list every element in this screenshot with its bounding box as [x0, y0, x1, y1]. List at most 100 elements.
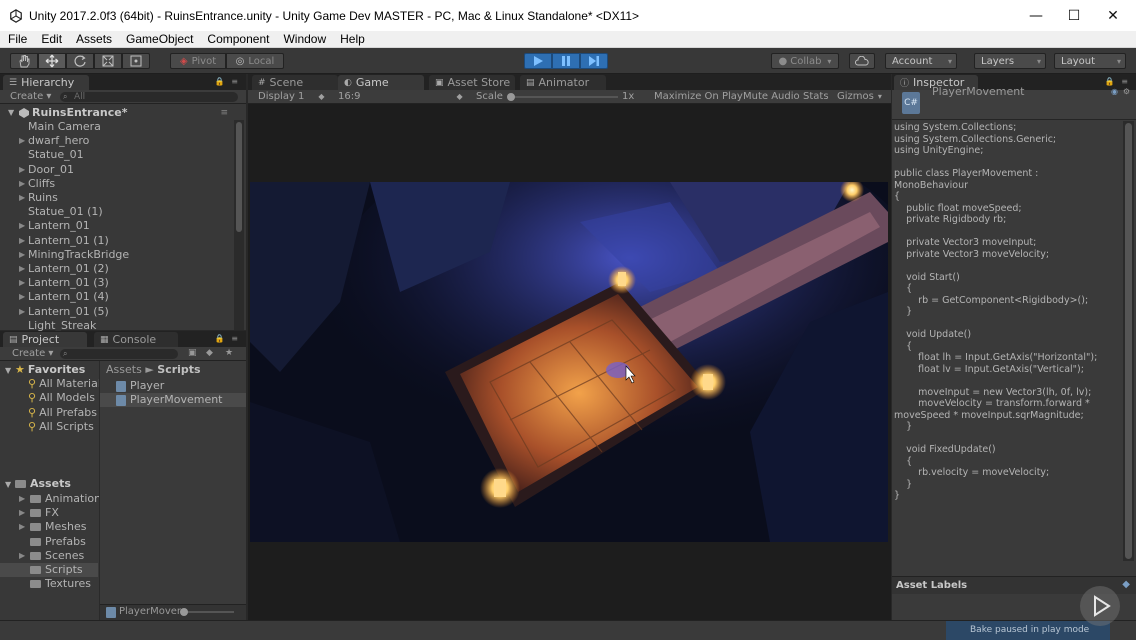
- folder-item[interactable]: ▶ Animations: [0, 492, 107, 506]
- scale-slider[interactable]: [507, 93, 618, 101]
- hierarchy-item[interactable]: ▶ Lantern_01 (3): [0, 276, 234, 290]
- hierarchy-item[interactable]: Statue_01 (1): [0, 205, 234, 219]
- label-tag-icon[interactable]: ◆: [1122, 579, 1130, 590]
- folder-item[interactable]: ▶ Meshes: [0, 520, 98, 534]
- help-icon[interactable]: ◉: [1111, 87, 1118, 96]
- tab-scene[interactable]: # Scene: [252, 75, 338, 90]
- cloud-services-button[interactable]: [849, 53, 875, 69]
- slider-handle[interactable]: [180, 608, 188, 616]
- inspector-scroll-thumb[interactable]: [1125, 123, 1132, 559]
- hierarchy-scrollbar[interactable]: [234, 120, 244, 330]
- folder-item[interactable]: Prefabs: [0, 535, 98, 549]
- folder-item[interactable]: ▶ FX: [0, 506, 98, 520]
- hierarchy-item[interactable]: Statue_01: [0, 148, 234, 162]
- display-dropdown[interactable]: Display 1 ◆: [258, 91, 325, 102]
- file-item[interactable]: PlayerMovement: [100, 393, 246, 408]
- chevron-right-icon[interactable]: ▶: [19, 134, 25, 148]
- chevron-right-icon[interactable]: ▶: [19, 234, 25, 248]
- hierarchy-create-button[interactable]: Create ▾: [10, 91, 51, 102]
- tab-asset-store[interactable]: ▣ Asset Store: [429, 75, 515, 90]
- stats-toggle[interactable]: Stats: [803, 91, 829, 102]
- pivot-toggle[interactable]: ◈ Pivot: [170, 53, 226, 69]
- menu-component[interactable]: Component: [199, 32, 275, 46]
- chevron-right-icon[interactable]: ▶: [19, 290, 25, 304]
- hierarchy-item[interactable]: ▶ Lantern_01: [0, 219, 234, 233]
- hierarchy-item[interactable]: Main Camera: [0, 120, 234, 134]
- filter-type-icon[interactable]: ▣: [188, 348, 197, 358]
- tab-hierarchy[interactable]: ☰ Hierarchy: [3, 75, 89, 90]
- favorite-item[interactable]: ⚲ All Models: [28, 391, 95, 405]
- breadcrumb-scripts[interactable]: Scripts: [157, 363, 200, 376]
- collab-dropdown[interactable]: ● Collab ▾: [771, 53, 839, 69]
- chevron-right-icon[interactable]: ▶: [19, 262, 25, 276]
- menu-gameobject[interactable]: GameObject: [118, 32, 199, 46]
- hierarchy-item[interactable]: ▶ Lantern_01 (5): [0, 305, 234, 319]
- menu-file[interactable]: File: [0, 32, 33, 46]
- local-toggle[interactable]: ◎ Local: [226, 53, 284, 69]
- favorite-item[interactable]: ⚲ All Materials: [28, 377, 107, 391]
- menu-window[interactable]: Window: [275, 32, 332, 46]
- hierarchy-item[interactable]: ▶ Ruins: [0, 191, 234, 205]
- assets-header[interactable]: ▼ Assets: [5, 477, 71, 491]
- folder-item[interactable]: Scripts: [0, 563, 98, 577]
- move-tool-button[interactable]: [38, 53, 66, 69]
- rect-tool-button[interactable]: [122, 53, 150, 69]
- hierarchy-item[interactable]: ▶ Cliffs: [0, 177, 234, 191]
- project-search-input[interactable]: ⌕: [60, 349, 178, 359]
- tab-animator[interactable]: ▤ Animator: [520, 75, 606, 90]
- tab-project[interactable]: ▤ Project: [3, 332, 87, 347]
- panel-menu-icon[interactable]: 🔒 ≡: [215, 334, 240, 343]
- folder-item[interactable]: Textures: [0, 577, 98, 591]
- hierarchy-search-input[interactable]: ⌕ All: [60, 92, 238, 102]
- chevron-right-icon[interactable]: ▶: [19, 520, 25, 534]
- chevron-right-icon[interactable]: ▶: [19, 276, 25, 290]
- layout-dropdown[interactable]: Layout ▾: [1054, 53, 1126, 69]
- tab-game[interactable]: ◐ Game: [338, 75, 424, 90]
- folder-item[interactable]: ▶ Scenes: [0, 549, 98, 563]
- aspect-dropdown[interactable]: 16:9 ◆: [338, 91, 463, 102]
- close-button[interactable]: ✕: [1090, 0, 1136, 31]
- hierarchy-item[interactable]: ▶ Lantern_01 (2): [0, 262, 234, 276]
- chevron-right-icon[interactable]: ▶: [19, 549, 25, 563]
- maximize-on-play-toggle[interactable]: Maximize On Play: [654, 91, 743, 102]
- chevron-right-icon[interactable]: ▶: [19, 191, 25, 205]
- favorite-item[interactable]: ⚲ All Scripts: [28, 420, 94, 434]
- hierarchy-item[interactable]: ▶ Lantern_01 (1): [0, 234, 234, 248]
- hierarchy-item[interactable]: ▶ Door_01: [0, 163, 234, 177]
- favorite-item[interactable]: ⚲ All Prefabs: [28, 406, 97, 420]
- hierarchy-item[interactable]: ▶ MiningTrackBridge: [0, 248, 234, 262]
- hierarchy-item[interactable]: ▶ dwarf_hero: [0, 134, 234, 148]
- chevron-right-icon[interactable]: ▶: [19, 305, 25, 319]
- panel-menu-icon[interactable]: 🔒 ≡: [1105, 77, 1130, 86]
- scale-slider-handle[interactable]: [507, 93, 515, 101]
- gizmos-dropdown[interactable]: Gizmos ▾: [837, 91, 882, 102]
- file-item[interactable]: Player: [100, 379, 246, 393]
- hand-tool-button[interactable]: [10, 53, 38, 69]
- chevron-right-icon[interactable]: ▶: [19, 177, 25, 191]
- chevron-right-icon[interactable]: ▶: [19, 492, 25, 506]
- menu-assets[interactable]: Assets: [68, 32, 118, 46]
- play-button[interactable]: [524, 53, 552, 69]
- label-tag-icon[interactable]: ◆: [206, 348, 213, 358]
- overlay-play-button[interactable]: [1080, 586, 1120, 626]
- favorites-header[interactable]: ▼ ★ Favorites: [5, 363, 85, 377]
- tab-console[interactable]: ▦ Console: [94, 332, 178, 347]
- game-render-canvas[interactable]: [250, 182, 888, 542]
- mute-audio-toggle[interactable]: Mute Audio: [743, 91, 800, 102]
- project-create-button[interactable]: Create ▾: [12, 348, 53, 359]
- menu-edit[interactable]: Edit: [33, 32, 68, 46]
- chevron-right-icon[interactable]: ▶: [19, 163, 25, 177]
- hierarchy-item[interactable]: ▶ Lantern_01 (4): [0, 290, 234, 304]
- inspector-scrollbar[interactable]: [1123, 121, 1134, 561]
- chevron-right-icon[interactable]: ▶: [19, 248, 25, 262]
- step-button[interactable]: [580, 53, 608, 69]
- breadcrumb-assets[interactable]: Assets: [106, 363, 142, 376]
- rotate-tool-button[interactable]: [66, 53, 94, 69]
- layers-dropdown[interactable]: Layers ▾: [974, 53, 1046, 69]
- hierarchy-scroll-thumb[interactable]: [236, 122, 242, 232]
- icon-size-slider[interactable]: [180, 608, 234, 616]
- star-filter-icon[interactable]: ★: [225, 348, 233, 358]
- menu-help[interactable]: Help: [332, 32, 371, 46]
- chevron-right-icon[interactable]: ▶: [19, 506, 25, 520]
- account-dropdown[interactable]: Account ▾: [885, 53, 957, 69]
